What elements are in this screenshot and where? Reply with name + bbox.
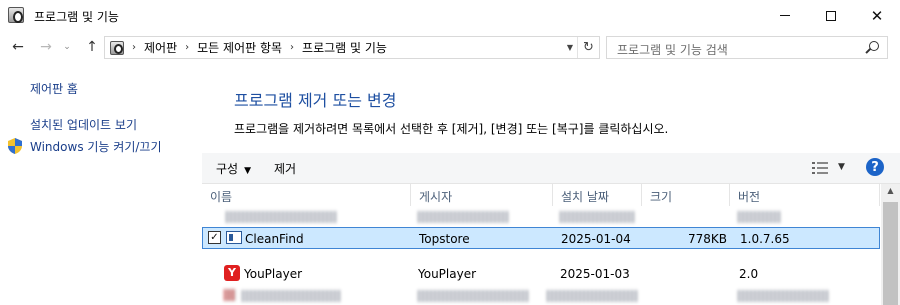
page-title: 프로그램 제거 또는 변경 xyxy=(234,91,397,110)
sidebar: 제어판 홈 설치된 업데이트 보기 Windows 기능 켜기/끄기 xyxy=(0,65,200,305)
forward-arrow-icon: → xyxy=(40,39,52,55)
command-toolbar: 구성 ▼ 제거 ▼ ? xyxy=(202,153,900,184)
column-header-publisher[interactable]: 게시자 xyxy=(411,184,553,206)
address-bar[interactable]: › 제어판 › 모든 제어판 항목 › 프로그램 및 기능 ▼ ↻ xyxy=(104,36,600,59)
forward-button[interactable]: → xyxy=(36,37,56,57)
cell-install-date: 2025-01-03 xyxy=(560,267,630,281)
vertical-scrollbar[interactable]: ▲ xyxy=(881,184,900,305)
list-item-obscured[interactable] xyxy=(202,285,880,305)
maximize-icon xyxy=(826,10,836,21)
minimize-icon xyxy=(780,15,790,16)
column-header-name[interactable]: 이름 xyxy=(202,184,411,206)
obscured-text xyxy=(242,290,342,302)
obscured-text xyxy=(226,211,336,223)
details-view-icon[interactable] xyxy=(812,162,828,174)
breadcrumb-control-panel[interactable]: 제어판 xyxy=(144,39,177,56)
sidebar-link-windows-features[interactable]: Windows 기능 켜기/끄기 xyxy=(30,138,161,155)
table-row-youplayer[interactable]: Y YouPlayer YouPlayer 2025-01-03 2.0 xyxy=(202,263,880,285)
cell-name: CleanFind xyxy=(245,232,304,246)
scroll-up-arrow-icon[interactable]: ▲ xyxy=(881,186,900,200)
cell-install-date: 2025-01-04 xyxy=(561,232,631,246)
chevron-down-icon: ▼ xyxy=(244,166,252,176)
help-button[interactable]: ? xyxy=(866,158,884,176)
refresh-button[interactable]: ↻ xyxy=(577,37,599,58)
page-description: 프로그램을 제거하려면 목록에서 선택한 후 [제거], [변경] 또는 [복구… xyxy=(234,122,669,136)
column-header-install-date[interactable]: 설치 날짜 xyxy=(553,184,642,206)
scroll-thumb[interactable] xyxy=(883,202,898,305)
control-panel-icon xyxy=(110,40,124,55)
organize-button[interactable]: 구성 ▼ xyxy=(216,160,251,177)
breadcrumb-separator: › xyxy=(132,42,136,53)
obscured-text xyxy=(547,290,639,302)
table-row-cleanfind[interactable]: ✓ CleanFind Topstore 2025-01-04 778KB 1.… xyxy=(202,227,880,249)
cell-publisher: Topstore xyxy=(419,232,470,246)
obscured-icon xyxy=(224,289,236,301)
cell-version: 2.0 xyxy=(739,267,759,281)
refresh-icon: ↻ xyxy=(583,40,594,55)
navigation-bar: ← → ⌄ ↑ › 제어판 › 모든 제어판 항목 › 프로그램 및 기능 ▼ … xyxy=(0,31,900,65)
search-placeholder: 프로그램 및 기능 검색 xyxy=(617,43,728,57)
sidebar-link-control-panel-home[interactable]: 제어판 홈 xyxy=(30,80,78,97)
search-icon xyxy=(869,41,879,51)
column-header-version[interactable]: 버전 xyxy=(730,184,880,206)
obscured-text xyxy=(738,211,782,223)
breadcrumb-separator: › xyxy=(185,42,190,53)
cell-version: 1.0.7.65 xyxy=(740,232,790,246)
obscured-text xyxy=(560,211,636,223)
back-button[interactable]: ← xyxy=(8,37,28,57)
obscured-text xyxy=(418,211,508,223)
minimize-button[interactable] xyxy=(762,0,808,31)
cell-publisher: YouPlayer xyxy=(418,267,477,281)
control-panel-icon xyxy=(8,7,24,23)
cell-size: 778KB xyxy=(687,232,727,246)
youplayer-app-icon: Y xyxy=(224,265,240,281)
view-options-dropdown-icon[interactable]: ▼ xyxy=(838,162,845,172)
uac-shield-icon xyxy=(8,138,22,154)
breadcrumb-all-items[interactable]: 모든 제어판 항목 xyxy=(197,39,282,56)
recent-locations-button[interactable]: ⌄ xyxy=(60,37,74,57)
list-header: 이름 게시자 설치 날짜 크기 버전 xyxy=(202,184,900,206)
obscured-text xyxy=(418,290,528,302)
search-input[interactable]: 프로그램 및 기능 검색 xyxy=(606,36,888,59)
maximize-button[interactable] xyxy=(808,0,854,31)
obscured-text xyxy=(738,290,828,302)
close-button[interactable]: ✕ xyxy=(854,0,900,31)
cell-name: YouPlayer xyxy=(244,267,303,281)
address-dropdown-icon[interactable]: ▼ xyxy=(567,43,573,52)
window-title: 프로그램 및 기능 xyxy=(34,10,119,24)
breadcrumb-programs-features[interactable]: 프로그램 및 기능 xyxy=(302,39,387,56)
chevron-down-icon: ⌄ xyxy=(63,42,71,52)
organize-label: 구성 xyxy=(216,162,239,176)
column-header-size[interactable]: 크기 xyxy=(642,184,730,206)
uninstall-button[interactable]: 제거 xyxy=(274,160,296,177)
sidebar-link-installed-updates[interactable]: 설치된 업데이트 보기 xyxy=(30,116,137,133)
title-bar: 프로그램 및 기능 ✕ xyxy=(0,0,900,31)
back-arrow-icon: ← xyxy=(12,39,24,55)
breadcrumb-separator: › xyxy=(290,42,295,53)
row-checkbox[interactable]: ✓ xyxy=(208,231,221,244)
cleanfind-app-icon xyxy=(226,231,242,244)
close-icon: ✕ xyxy=(870,6,884,25)
list-item-obscured[interactable] xyxy=(202,206,880,228)
up-arrow-icon: ↑ xyxy=(86,39,98,55)
up-button[interactable]: ↑ xyxy=(82,37,102,57)
